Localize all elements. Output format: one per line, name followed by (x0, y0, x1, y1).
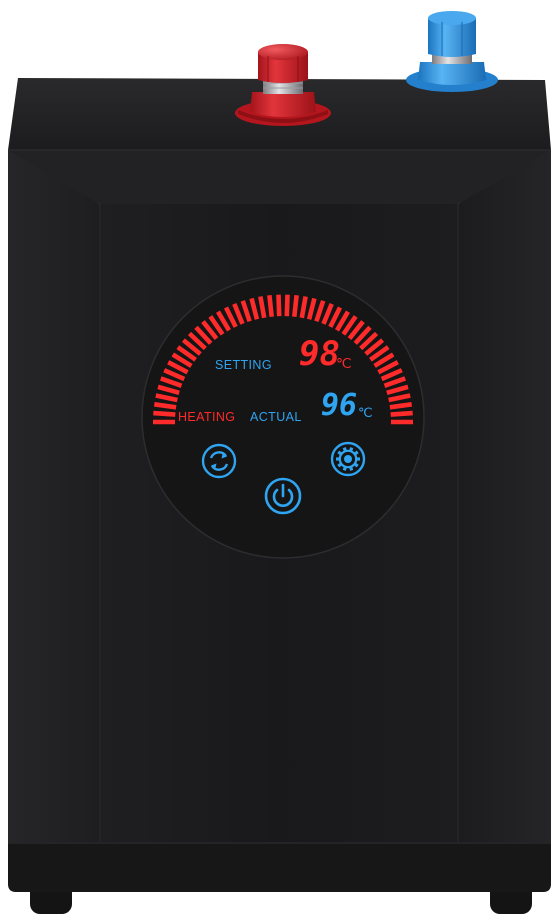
actual-label: ACTUAL (250, 410, 302, 424)
actual-temperature-value: 96 (321, 388, 358, 423)
gauge-segment (389, 402, 413, 410)
gauge-segment (153, 402, 177, 410)
setting-temperature-unit: ℃ (336, 355, 353, 371)
gauge-segment (267, 295, 274, 317)
gauge-segment (276, 294, 282, 317)
gauge-segment (292, 295, 299, 317)
gauge-segment (153, 410, 176, 417)
setting-temperature-value: 98 (299, 334, 340, 374)
gauge-segment (284, 294, 290, 317)
heating-status-label: HEATING (178, 410, 236, 424)
water-heater-illustration (8, 11, 551, 914)
setting-label: SETTING (215, 358, 272, 372)
water-heater-product: SETTING 98 ℃ HEATING ACTUAL 96 ℃ (0, 0, 555, 919)
cold-water-valve (406, 11, 498, 92)
actual-temperature-unit: ℃ (358, 405, 373, 420)
gauge-segment (390, 410, 413, 417)
